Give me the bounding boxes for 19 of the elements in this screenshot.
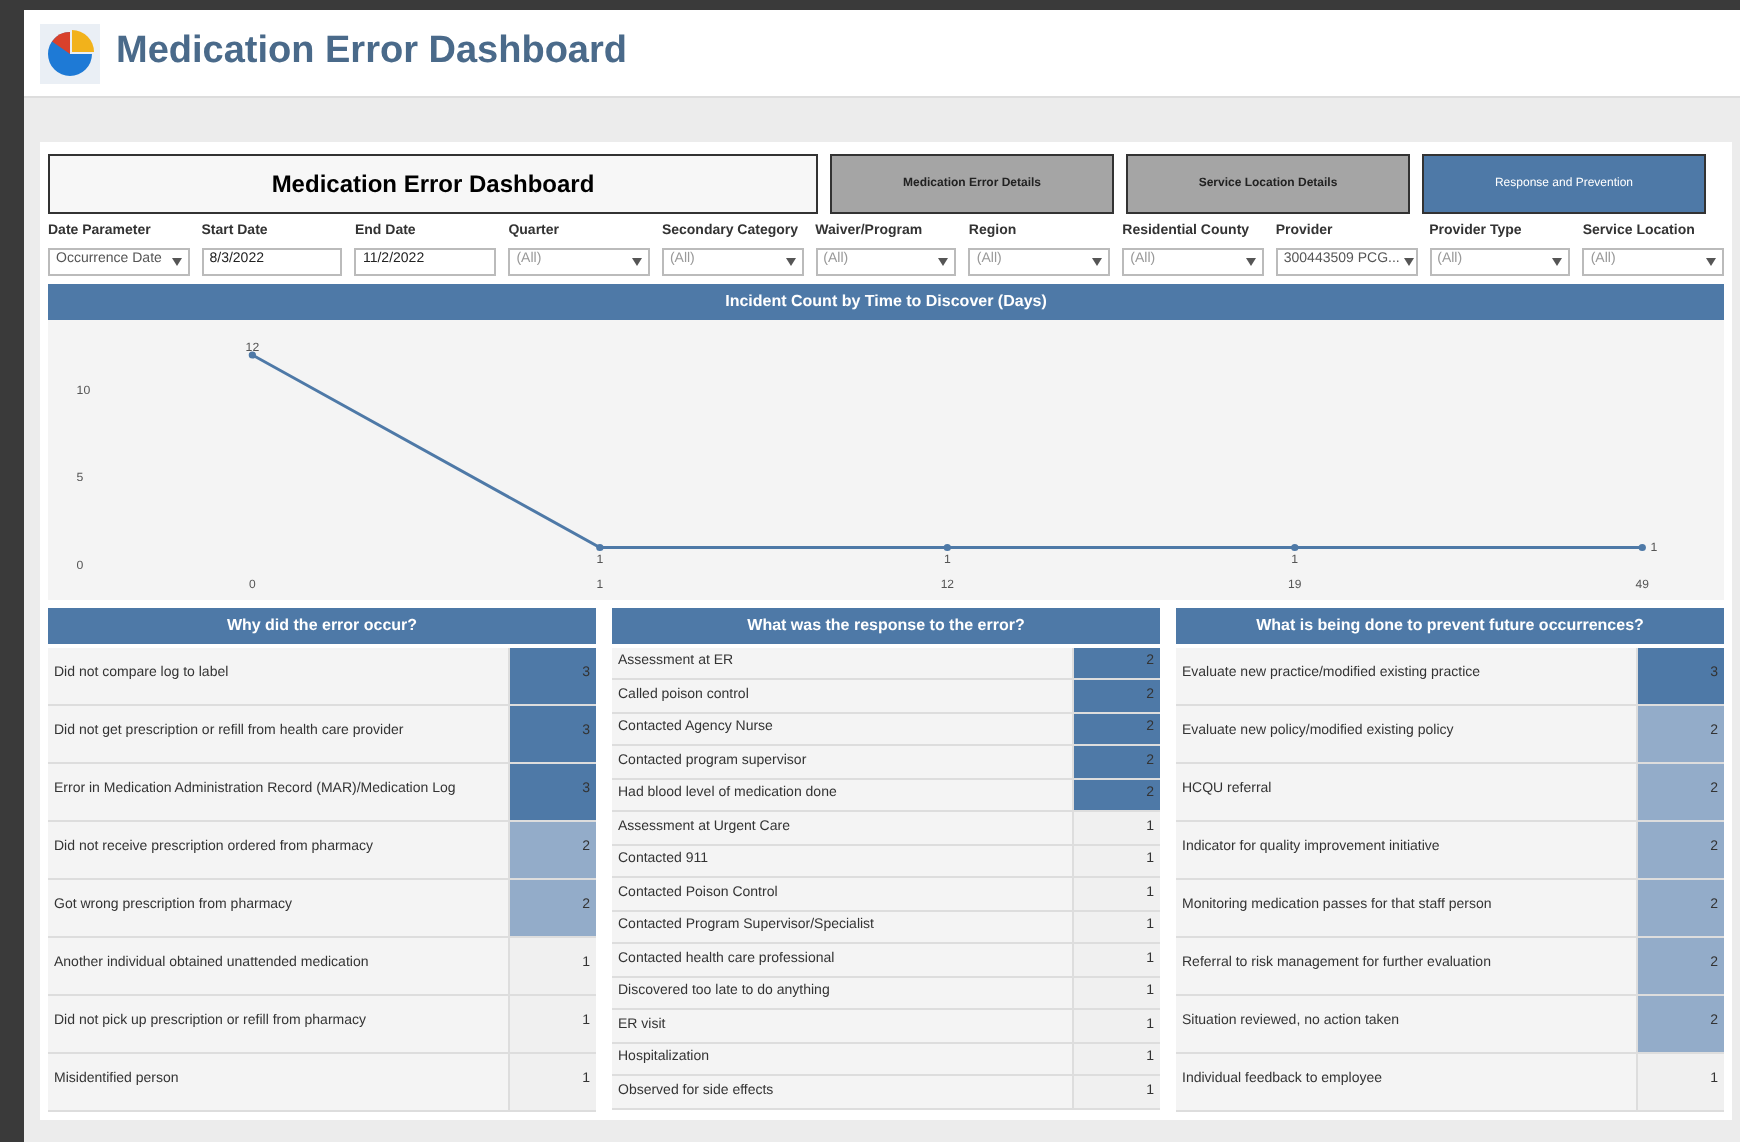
- caret-down-icon: [1403, 257, 1414, 265]
- caret-down-icon: [631, 257, 642, 265]
- pie-chart-icon: [44, 27, 96, 79]
- caret-down-icon: [1245, 257, 1256, 265]
- caret-down-icon: [171, 257, 182, 265]
- data-point: [248, 350, 257, 358]
- table-header: What was the response to the error?: [612, 607, 1160, 643]
- data-point: [1638, 542, 1646, 551]
- caret-down-icon: [1552, 257, 1563, 265]
- caret-down-icon: [1706, 257, 1717, 265]
- table-header: What is being done to prevent future occurrences?: [1176, 607, 1724, 643]
- caret-down-icon: [1092, 257, 1103, 265]
- app-title: Medication Error Dashboard: [116, 28, 627, 77]
- caret-down-icon: [785, 257, 796, 265]
- data-point: [596, 542, 604, 551]
- dashboard-title: Medication Error Dashboard: [48, 154, 818, 214]
- table-header: Why did the error occur?: [48, 607, 596, 643]
- caret-down-icon: [938, 257, 949, 265]
- chart-title: Incident Count by Time to Discover (Days): [48, 283, 1724, 319]
